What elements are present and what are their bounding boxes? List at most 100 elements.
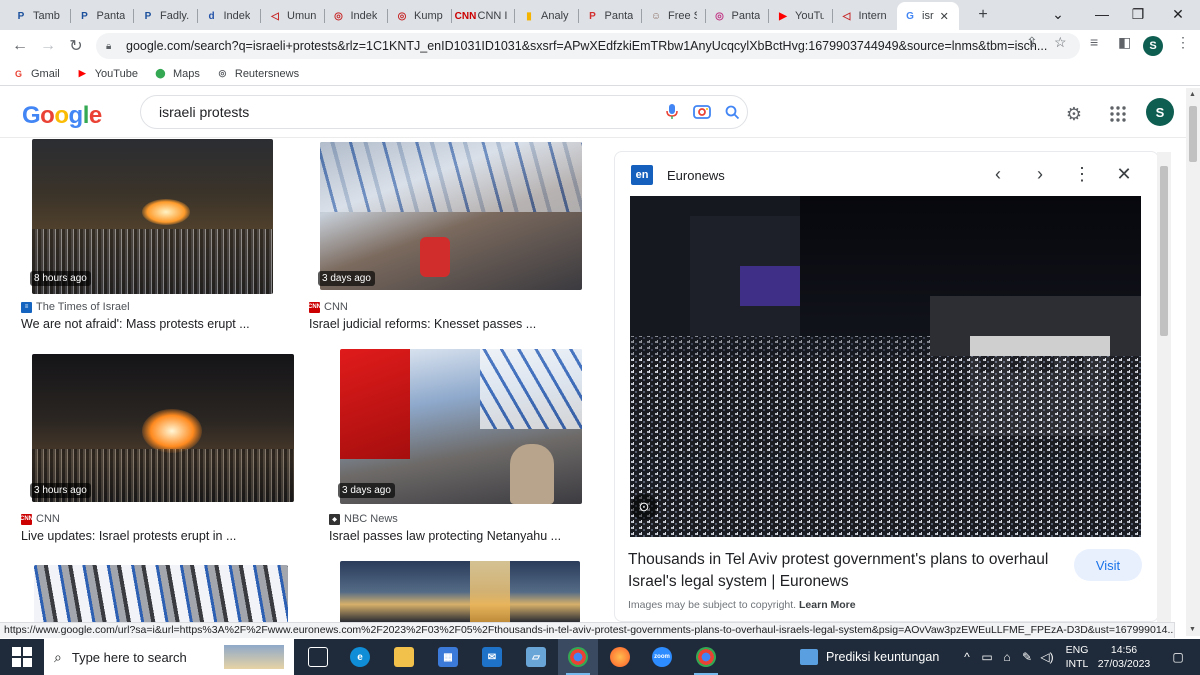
taskbar-file-explorer[interactable] <box>384 639 424 675</box>
browser-tab[interactable]: ▶ YouTu <box>770 2 830 30</box>
voice-search-icon[interactable] <box>657 97 687 127</box>
taskbar-chrome-active[interactable] <box>558 639 598 675</box>
panel-scrollbar[interactable] <box>1157 152 1171 622</box>
page-scrollbar-thumb[interactable] <box>1189 106 1197 162</box>
visit-button[interactable]: Visit <box>1074 549 1142 581</box>
browser-tab[interactable]: ◁ Intern <box>834 2 894 30</box>
reading-list-icon[interactable]: ≡ <box>1090 34 1098 50</box>
result-title[interactable]: We are not afraid': Mass protests erupt … <box>21 317 250 331</box>
bookmark-item[interactable]: ◎ Reutersnews <box>216 67 299 80</box>
task-view-button[interactable] <box>298 639 338 675</box>
browser-tab[interactable]: ◎ Indek <box>326 2 386 30</box>
panel-scrollbar-thumb[interactable] <box>1160 166 1168 336</box>
google-logo[interactable]: Google <box>22 102 102 130</box>
browser-tab[interactable]: P Panta <box>72 2 132 30</box>
browser-tab[interactable]: P Tamb <box>8 2 68 30</box>
browser-tab[interactable]: ▮ Analy <box>516 2 576 30</box>
battery-icon[interactable]: ▭ <box>978 639 996 675</box>
close-window-button[interactable]: ✕ <box>1156 0 1200 28</box>
bookmark-star-icon[interactable]: ☆ <box>1054 34 1067 51</box>
image-result-card[interactable]: 3 days ago CNN CNN Israel judicial refor… <box>306 139 596 339</box>
result-thumbnail[interactable] <box>320 142 582 290</box>
image-result-card[interactable] <box>32 563 290 622</box>
search-box[interactable] <box>140 95 748 129</box>
preview-image[interactable] <box>630 196 1141 537</box>
bookmark-item[interactable]: ⬤ Maps <box>154 67 199 80</box>
taskbar-notes[interactable]: ▱ <box>516 639 556 675</box>
image-result-card[interactable]: 8 hours ago ≡ The Times of Israel We are… <box>18 139 288 339</box>
search-icon[interactable] <box>717 97 747 127</box>
close-panel-icon[interactable]: ✕ <box>1110 160 1138 188</box>
taskbar-edge[interactable]: e <box>340 639 380 675</box>
tab-active[interactable]: Gisr ✕ <box>897 2 959 30</box>
more-options-icon[interactable]: ⋮ <box>1068 160 1096 188</box>
google-account-avatar[interactable]: S <box>1146 98 1174 126</box>
browser-menu-icon[interactable]: ⋮ <box>1176 34 1190 51</box>
result-thumbnail[interactable] <box>340 561 580 622</box>
close-tab-icon[interactable]: ✕ <box>940 10 949 23</box>
language-indicator[interactable]: ENG INTL <box>1062 643 1092 671</box>
browser-tab[interactable]: P Panta <box>580 2 640 30</box>
browser-tab[interactable]: ◎ Panta <box>707 2 767 30</box>
previous-image-chevron-icon[interactable]: ‹ <box>984 160 1012 188</box>
result-title[interactable]: Live updates: Israel protests erupt in .… <box>21 529 236 543</box>
taskbar-mail[interactable]: ✉ <box>472 639 512 675</box>
volume-icon[interactable]: ◁) <box>1038 639 1056 675</box>
restore-button[interactable]: ❐ <box>1116 0 1160 28</box>
image-result-card[interactable] <box>320 561 582 622</box>
bookmark-item[interactable]: G Gmail <box>12 67 60 80</box>
tray-overflow-chevron-icon[interactable]: ^ <box>958 639 976 675</box>
browser-profile-avatar[interactable]: S <box>1143 36 1163 56</box>
google-apps-icon[interactable] <box>1104 100 1132 128</box>
result-title[interactable]: Israel passes law protecting Netanyahu .… <box>329 529 561 543</box>
image-result-card[interactable]: 3 hours ago CNN CNN Live updates: Israel… <box>18 351 308 551</box>
pen-icon[interactable]: ✎ <box>1018 639 1036 675</box>
tab-search-button[interactable]: ⌄ <box>1036 0 1080 28</box>
scroll-up-arrow-icon[interactable]: ▲ <box>1189 91 1196 98</box>
learn-more-link[interactable]: Learn More <box>799 599 856 611</box>
result-source[interactable]: CNN CNN <box>20 513 60 525</box>
bookmark-item[interactable]: ▶ YouTube <box>76 67 138 80</box>
clock[interactable]: 14:56 27/03/2023 <box>1094 643 1154 671</box>
next-image-chevron-icon[interactable]: › <box>1026 160 1054 188</box>
taskbar-chrome-profile[interactable] <box>686 639 726 675</box>
lens-camera-icon[interactable] <box>687 97 717 127</box>
browser-tab[interactable]: ☺ Free S <box>643 2 703 30</box>
new-tab-button[interactable]: + <box>970 3 996 27</box>
search-input[interactable] <box>159 104 657 120</box>
reload-button[interactable]: ↻ <box>64 34 88 58</box>
share-icon[interactable]: ⇪ <box>1026 34 1038 51</box>
result-thumbnail[interactable] <box>32 354 294 502</box>
taskbar-zoom[interactable]: zoom <box>642 639 682 675</box>
browser-tab[interactable]: d Indek <box>199 2 259 30</box>
settings-gear-icon[interactable]: ⚙ <box>1060 100 1088 128</box>
page-scrollbar[interactable]: ▲ ▼ <box>1186 88 1200 636</box>
result-source[interactable]: CNN CNN <box>308 301 348 313</box>
network-icon[interactable]: ⌂ <box>998 639 1016 675</box>
browser-tab[interactable]: ◁ Umun <box>262 2 322 30</box>
taskbar-search[interactable]: ⌕ Type here to search <box>44 639 294 675</box>
result-source[interactable]: ≡ The Times of Israel <box>21 301 130 313</box>
address-bar[interactable]: 🔒︎ google.com/search?q=israeli+protests&… <box>96 33 1080 59</box>
browser-tab[interactable]: ◎ Kump <box>389 2 449 30</box>
image-result-card[interactable]: 3 days ago ◆ NBC News Israel passes law … <box>326 349 596 551</box>
google-lens-icon[interactable]: ⊙ <box>631 494 657 520</box>
scroll-down-arrow-icon[interactable]: ▼ <box>1189 626 1196 633</box>
side-panel-icon[interactable]: ◧ <box>1118 34 1131 51</box>
windows-start-icon[interactable] <box>12 647 32 667</box>
taskbar-widget[interactable]: Prediksi keuntungan <box>800 639 939 675</box>
result-title[interactable]: Israel judicial reforms: Knesset passes … <box>309 317 536 331</box>
browser-tab[interactable]: CNN CNN I <box>453 2 513 30</box>
address-url[interactable]: google.com/search?q=israeli+protests&rlz… <box>126 39 1080 53</box>
result-source[interactable]: ◆ NBC News <box>329 513 398 525</box>
result-thumbnail[interactable] <box>340 349 582 504</box>
taskbar-firefox[interactable] <box>600 639 640 675</box>
browser-tab[interactable]: P Fadly. <box>135 2 195 30</box>
back-button[interactable]: ← <box>8 34 32 58</box>
taskbar-store[interactable]: ▦ <box>428 639 468 675</box>
panel-site-name[interactable]: Euronews <box>667 168 725 183</box>
panel-image-title[interactable]: Thousands in Tel Aviv protest government… <box>628 549 1068 593</box>
forward-button[interactable]: → <box>36 34 60 58</box>
notifications-icon[interactable]: ▢ <box>1166 639 1190 675</box>
result-thumbnail[interactable] <box>34 565 288 622</box>
